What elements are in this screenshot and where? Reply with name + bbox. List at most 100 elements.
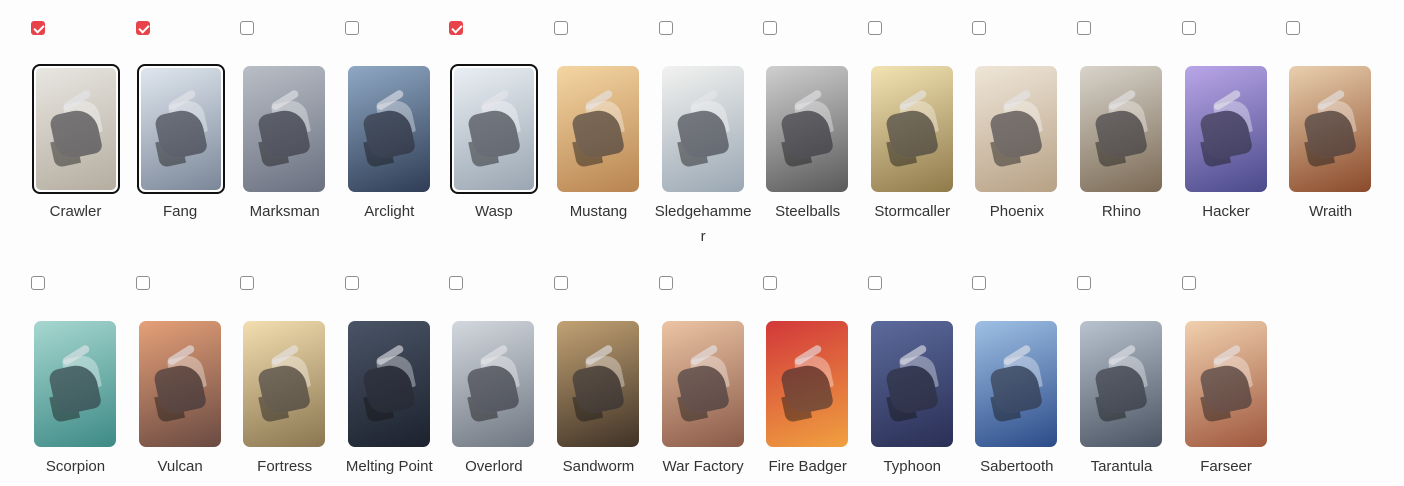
unit-name-label: Melting Point [345, 458, 433, 475]
unit-selection-grid: Crawler Fang Marksman Arclight Wasp Mustang Sl… [0, 0, 1404, 486]
mech-illustration-icon [989, 106, 1044, 162]
unit-card-image[interactable] [975, 321, 1058, 447]
unit-card-image[interactable] [556, 321, 639, 447]
mech-illustration-icon [1198, 106, 1253, 162]
unit-card-image[interactable] [452, 321, 535, 447]
unit-card-image[interactable] [243, 321, 326, 447]
mech-illustration-icon [570, 361, 626, 417]
unit-card-image[interactable] [1079, 66, 1162, 192]
unit-card-image[interactable] [870, 66, 953, 192]
unit-card-image[interactable] [34, 321, 116, 447]
mech-illustration-icon [884, 106, 940, 162]
unit-card-image[interactable] [975, 66, 1058, 192]
unit-card-image[interactable] [661, 321, 744, 447]
unit-checkbox[interactable] [658, 276, 673, 290]
unit-checkbox[interactable] [240, 276, 255, 290]
mech-illustration-icon [1093, 361, 1149, 417]
unit-artwork [452, 321, 535, 447]
unit-artwork [347, 66, 430, 192]
unit-name-label: Farseer [1200, 458, 1252, 475]
unit-card-image[interactable] [556, 66, 639, 192]
unit-checkbox[interactable] [135, 276, 150, 290]
unit-checkbox[interactable] [31, 21, 45, 35]
unit-checkbox[interactable] [344, 21, 359, 35]
mech-illustration-icon [570, 106, 626, 162]
unit-artwork [140, 68, 221, 190]
unit-artwork [870, 321, 953, 447]
unit-name-label: Wasp [474, 203, 513, 220]
unit-name-label: Typhoon [883, 458, 942, 475]
mech-illustration-icon [466, 361, 521, 417]
unit-name-label: Marksman [249, 203, 320, 220]
unit-artwork [975, 321, 1058, 447]
unit-checkbox[interactable] [867, 21, 882, 35]
unit-name-label: Scorpion [45, 458, 106, 475]
unit-card-image[interactable] [1184, 321, 1267, 447]
unit-card-image[interactable] [766, 66, 849, 192]
unit-artwork [661, 66, 744, 192]
unit-checkbox[interactable] [763, 276, 778, 290]
unit-name-label: Sledgehammer [654, 203, 752, 245]
unit-artwork [556, 66, 639, 192]
unit-checkbox[interactable] [867, 276, 882, 290]
unit-name-label: Tarantula [1090, 458, 1153, 475]
unit-checkbox[interactable] [449, 276, 464, 290]
unit-card-image[interactable] [138, 321, 221, 447]
mech-illustration-icon [884, 361, 940, 417]
unit-artwork [556, 321, 639, 447]
unit-checkbox[interactable] [658, 21, 673, 35]
unit-name-label: Phoenix [989, 203, 1044, 220]
mech-illustration-icon [48, 106, 104, 162]
unit-card-image[interactable] [766, 321, 849, 447]
unit-artwork [1079, 321, 1162, 447]
unit-card-image[interactable] [1184, 66, 1267, 192]
unit-card-image[interactable] [1289, 66, 1372, 192]
unit-artwork [661, 321, 744, 447]
unit-name-label: Vulcan [157, 458, 203, 475]
mech-illustration-icon [361, 106, 417, 162]
unit-checkbox[interactable] [1076, 276, 1091, 290]
unit-checkbox[interactable] [972, 276, 987, 290]
unit-checkbox[interactable] [1181, 21, 1196, 35]
unit-checkbox[interactable] [553, 21, 568, 35]
unit-checkbox[interactable] [135, 21, 150, 35]
unit-card-image[interactable] [1079, 321, 1162, 447]
unit-checkbox[interactable] [553, 276, 568, 290]
unit-checkbox[interactable] [972, 21, 987, 35]
unit-card-image[interactable] [661, 66, 744, 192]
unit-checkbox[interactable] [1076, 21, 1091, 35]
mech-illustration-icon [1093, 106, 1149, 162]
unit-card-image[interactable] [347, 66, 430, 192]
mech-illustration-icon [675, 361, 730, 417]
unit-artwork [243, 321, 326, 447]
unit-artwork [1079, 66, 1162, 192]
unit-name-label: Hacker [1202, 203, 1250, 220]
unit-card-image[interactable] [347, 321, 430, 447]
unit-checkbox[interactable] [344, 276, 359, 290]
unit-artwork [36, 68, 116, 190]
unit-card-image[interactable] [450, 64, 539, 194]
unit-artwork [138, 321, 221, 447]
unit-artwork [34, 321, 116, 447]
unit-artwork [347, 321, 430, 447]
mech-illustration-icon [989, 361, 1044, 417]
unit-checkbox[interactable] [449, 21, 464, 35]
mech-illustration-icon [675, 106, 730, 162]
unit-name-label: Sandworm [562, 458, 635, 475]
unit-name-label: Mustang [569, 203, 628, 220]
unit-name-label: Wraith [1309, 203, 1353, 220]
unit-card-image[interactable] [136, 64, 225, 194]
unit-name-label: Sabertooth [980, 458, 1054, 475]
unit-checkbox[interactable] [763, 21, 778, 35]
unit-checkbox[interactable] [240, 21, 255, 35]
unit-card-image[interactable] [32, 64, 120, 194]
unit-name-label: Fire Badger [768, 458, 847, 475]
unit-checkbox[interactable] [31, 276, 45, 290]
unit-artwork [243, 66, 326, 192]
unit-artwork [1184, 321, 1267, 447]
unit-checkbox[interactable] [1181, 276, 1196, 290]
unit-card-image[interactable] [870, 321, 953, 447]
unit-checkbox[interactable] [1286, 21, 1301, 35]
unit-name-label: Stormcaller [874, 203, 951, 220]
unit-card-image[interactable] [243, 66, 326, 192]
